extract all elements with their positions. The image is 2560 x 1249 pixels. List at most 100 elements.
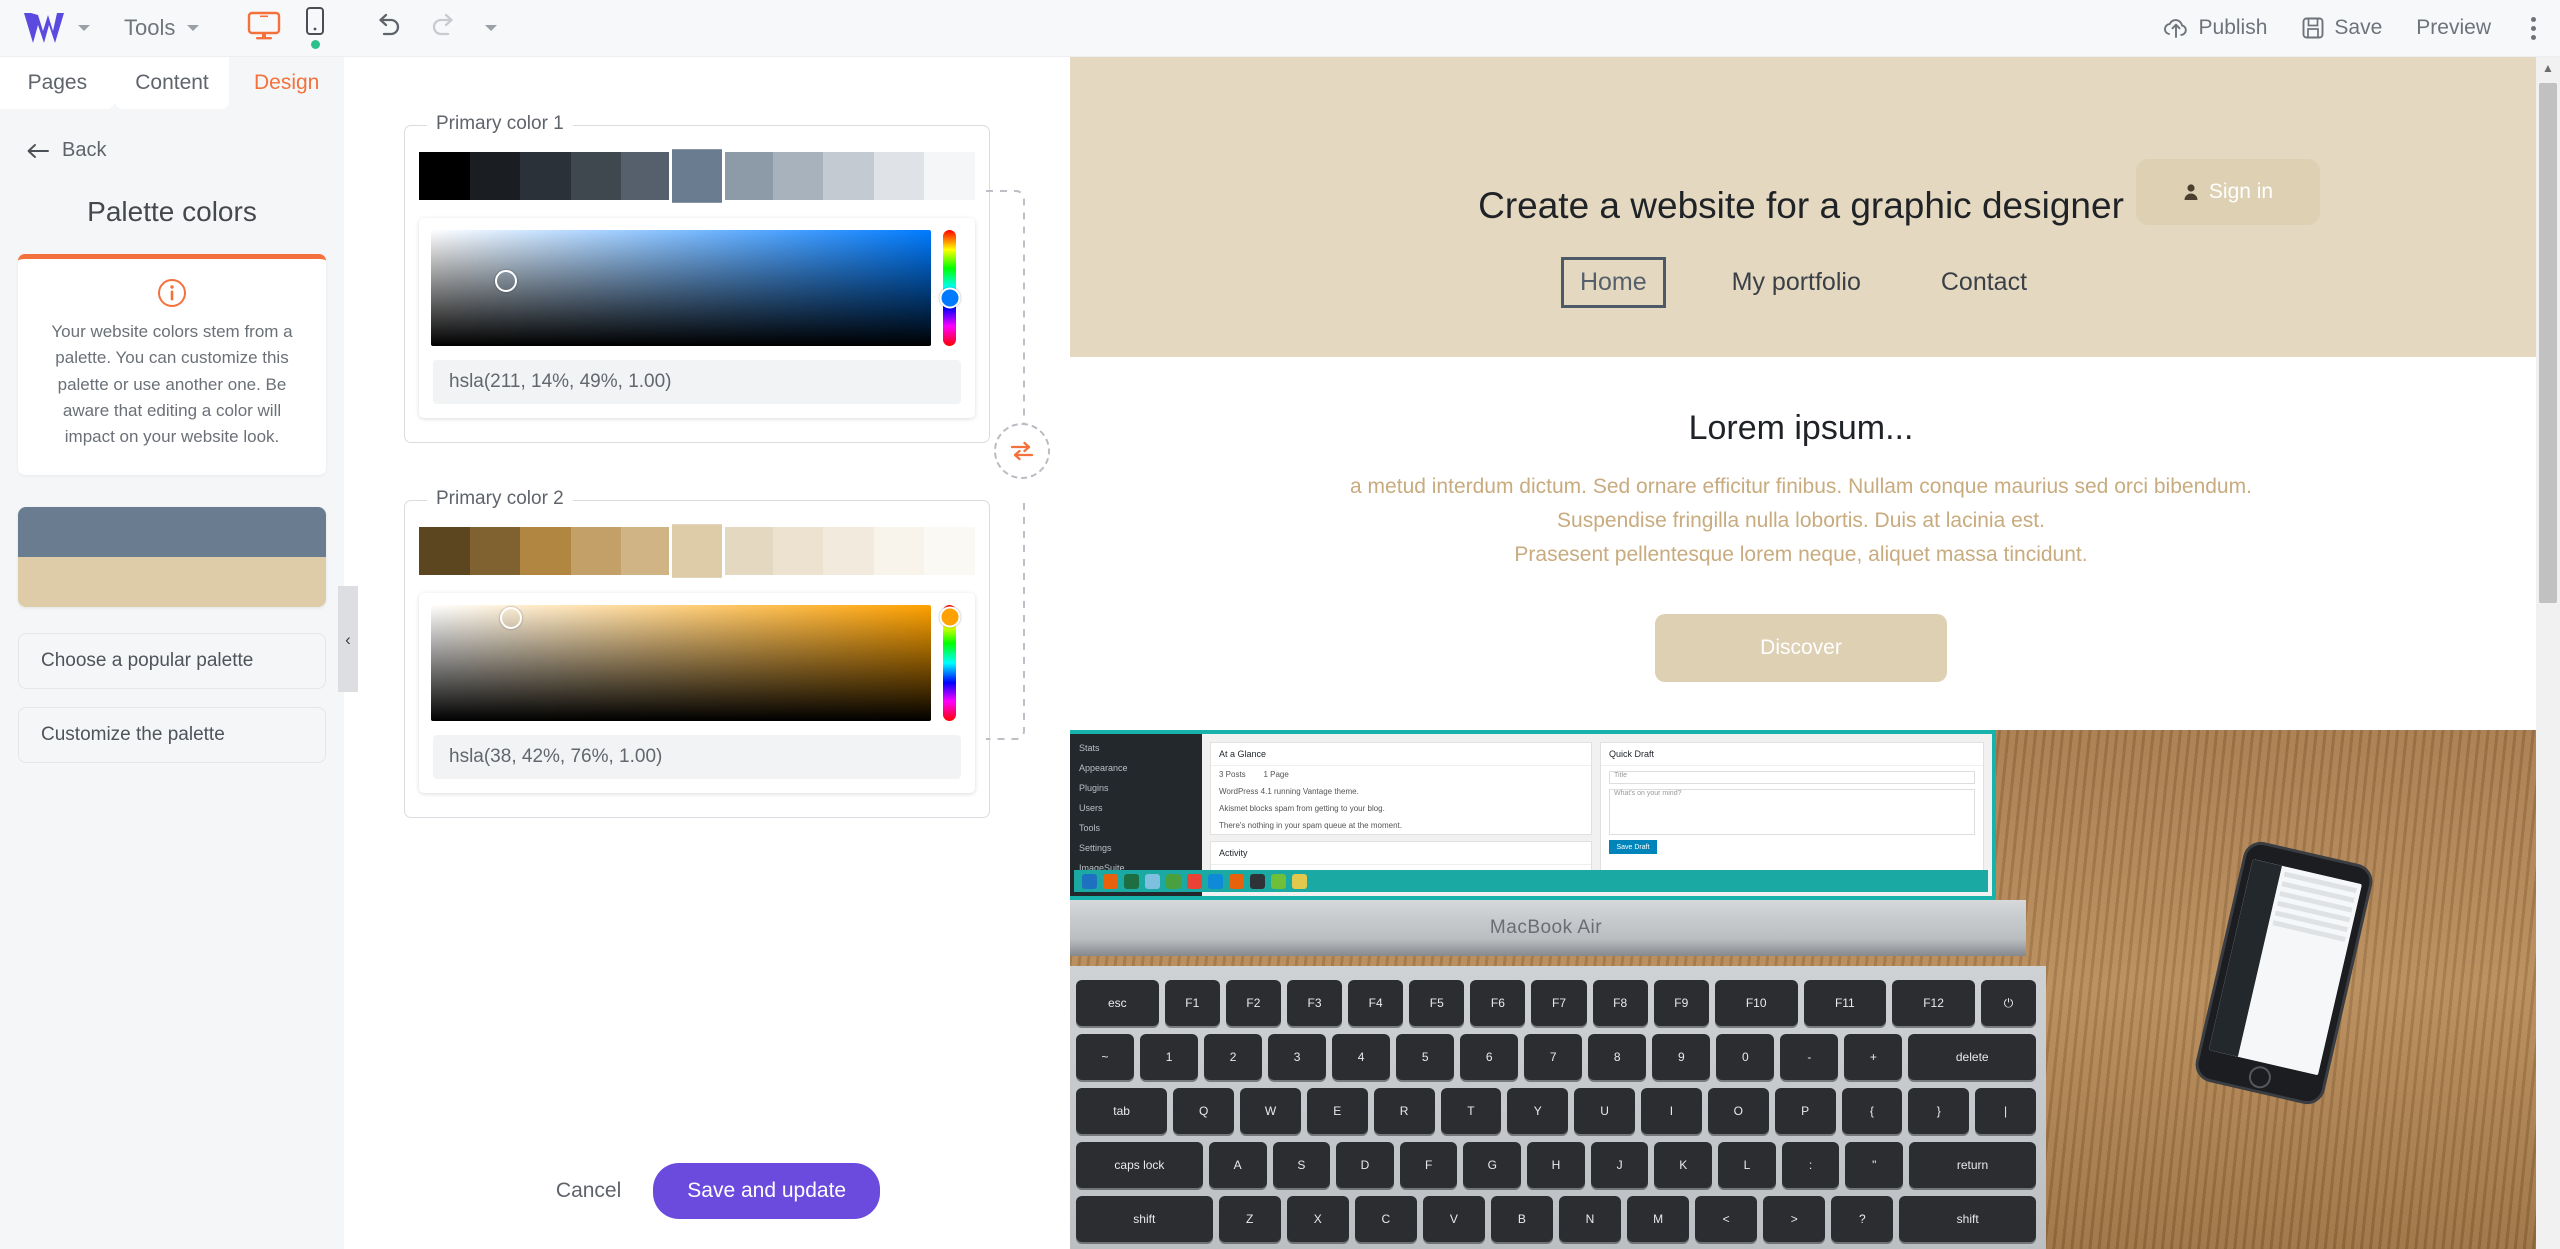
arrow-left-icon xyxy=(27,143,49,158)
key-F11: F11 xyxy=(1803,980,1887,1027)
ramp-swatch-4[interactable] xyxy=(621,152,672,200)
ramp-swatch-9[interactable] xyxy=(873,152,925,200)
wp-draft-body-placeholder: What's on your mind? xyxy=(1614,790,1682,798)
primary-color-2-saturation-area[interactable] xyxy=(431,605,931,721)
page-scrollbar[interactable]: ▲ xyxy=(2536,57,2560,1249)
ramp-swatch-1[interactable] xyxy=(469,152,521,200)
ramp-swatch-8[interactable] xyxy=(823,152,874,200)
undo-button[interactable] xyxy=(373,12,403,45)
palette-preview[interactable] xyxy=(18,506,326,607)
key-R: R xyxy=(1373,1088,1435,1135)
tab-content[interactable]: Content xyxy=(114,57,230,109)
ramp-swatch-8[interactable] xyxy=(823,527,874,575)
cancel-button[interactable]: Cancel xyxy=(548,1169,629,1213)
primary-color-2-ramp[interactable] xyxy=(419,520,976,582)
ramp-swatch-4[interactable] xyxy=(621,527,672,575)
primary-color-1-value-text: hsla(211, 14%, 49%, 1.00) xyxy=(449,371,672,392)
publish-label: Publish xyxy=(2198,16,2268,39)
primary-color-1-value-input[interactable]: hsla(211, 14%, 49%, 1.00) xyxy=(433,360,961,404)
nav-contact-label: Contact xyxy=(1940,268,2028,296)
scroll-up-arrow-icon[interactable]: ▲ xyxy=(2536,57,2560,79)
ramp-swatch-0[interactable] xyxy=(419,527,470,575)
choose-popular-palette-button[interactable]: Choose a popular palette xyxy=(18,632,326,689)
primary-color-2-value-text: hsla(38, 42%, 76%, 1.00) xyxy=(449,746,663,767)
key-7: 7 xyxy=(1524,1034,1583,1081)
keyboard-row-1: ~1 2 3 4 5 6 7 8 9 0- + delete xyxy=(1076,1034,2037,1081)
key-F8: F8 xyxy=(1592,980,1648,1027)
wp-save-draft-button[interactable]: Save Draft xyxy=(1609,840,1657,855)
wp-posts-count: 3 Posts xyxy=(1219,770,1246,780)
taskbar-icon-4 xyxy=(1145,873,1160,889)
ramp-swatch-10[interactable] xyxy=(924,152,976,200)
ramp-swatch-3[interactable] xyxy=(570,152,622,200)
wp-draft-title-input[interactable]: Title xyxy=(1609,771,1975,785)
save-and-update-button[interactable]: Save and update xyxy=(653,1163,881,1219)
tools-chevron-down-icon[interactable] xyxy=(187,25,200,31)
wp-draft-body-input[interactable]: What's on your mind? xyxy=(1609,789,1975,836)
key-0: 0 xyxy=(1716,1034,1775,1081)
nav-item-contact[interactable]: Contact xyxy=(1927,258,2041,307)
redo-button[interactable] xyxy=(429,12,459,45)
wp-card-quick-draft: Quick Draft Title What's on your mind? S… xyxy=(1600,742,1984,889)
customize-palette-label: Customize the palette xyxy=(41,723,225,745)
saturation-handle[interactable] xyxy=(500,606,522,629)
publish-button[interactable]: Publish xyxy=(2162,16,2268,40)
tools-menu-label[interactable]: Tools xyxy=(124,15,175,41)
wp-sidebar-item-1: Appearance xyxy=(1079,763,1128,774)
ramp-swatch-2[interactable] xyxy=(520,152,571,200)
ramp-swatch-7[interactable] xyxy=(772,527,824,575)
wp-sidebar-item-4: Tools xyxy=(1079,823,1101,834)
primary-color-2-hue-slider[interactable] xyxy=(939,605,960,721)
nav-item-home[interactable]: Home xyxy=(1560,257,1666,308)
taskbar-icon-11 xyxy=(1292,873,1307,889)
primary-color-1-saturation-area[interactable] xyxy=(431,230,931,346)
save-button[interactable]: Save xyxy=(2301,16,2382,40)
swap-colors-button[interactable] xyxy=(994,423,1050,479)
key-W: W xyxy=(1240,1088,1301,1135)
tab-pages[interactable]: Pages xyxy=(0,57,115,109)
chevron-left-icon: ‹ xyxy=(345,629,351,649)
hue-handle[interactable] xyxy=(939,287,960,309)
history-chevron-down-icon[interactable] xyxy=(485,25,498,31)
taskbar-icon-1 xyxy=(1082,873,1097,889)
nav-item-portfolio[interactable]: My portfolio xyxy=(1718,258,1875,307)
undo-icon xyxy=(379,13,400,35)
ramp-swatch-6[interactable] xyxy=(722,152,773,200)
customize-palette-button[interactable]: Customize the palette xyxy=(18,706,326,763)
app-logo[interactable] xyxy=(22,11,66,45)
ramp-swatch-3[interactable] xyxy=(570,527,622,575)
ramp-swatch-10[interactable] xyxy=(924,527,976,575)
sign-in-button[interactable]: Sign in xyxy=(2136,159,2320,225)
ramp-swatch-2[interactable] xyxy=(520,527,571,575)
key-C: C xyxy=(1354,1196,1417,1243)
key-J: J xyxy=(1590,1142,1649,1189)
desktop-view-button[interactable] xyxy=(247,11,281,46)
scrollbar-thumb[interactable] xyxy=(2539,83,2557,603)
hue-handle[interactable] xyxy=(939,606,960,628)
sidebar-tabs: Pages Content Design xyxy=(0,57,345,109)
primary-color-2-value-input[interactable]: hsla(38, 42%, 76%, 1.00) xyxy=(433,735,961,779)
sidebar-collapse-handle[interactable]: ‹ xyxy=(338,586,358,692)
primary-color-1-ramp[interactable] xyxy=(419,145,976,207)
back-button[interactable]: Back xyxy=(0,109,344,162)
key-F6: F6 xyxy=(1470,980,1526,1027)
site-section-heading: Lorem ipsum... xyxy=(1688,409,1914,447)
ramp-swatch-7[interactable] xyxy=(772,152,824,200)
primary-color-1-hue-slider[interactable] xyxy=(939,230,960,346)
ramp-swatch-9[interactable] xyxy=(873,527,925,575)
logo-chevron-down-icon[interactable] xyxy=(78,25,90,31)
ramp-swatch-5[interactable] xyxy=(668,145,726,207)
ramp-swatch-5[interactable] xyxy=(668,520,726,582)
key-1: 1 xyxy=(1140,1034,1199,1081)
tab-design[interactable]: Design xyxy=(229,57,345,109)
tab-content-label: Content xyxy=(135,71,209,94)
mobile-view-button[interactable] xyxy=(305,7,325,49)
more-options-icon[interactable] xyxy=(2531,16,2536,40)
saturation-handle[interactable] xyxy=(495,270,517,293)
ramp-swatch-0[interactable] xyxy=(419,152,470,200)
wp-at-a-glance-title: At a Glance xyxy=(1211,743,1591,767)
preview-button[interactable]: Preview xyxy=(2416,16,2491,40)
ramp-swatch-1[interactable] xyxy=(469,527,521,575)
ramp-swatch-6[interactable] xyxy=(722,527,773,575)
discover-button[interactable]: Discover xyxy=(1655,614,1947,683)
